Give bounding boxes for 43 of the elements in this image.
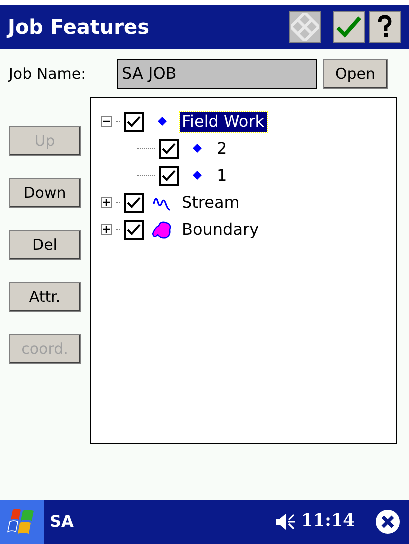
clock[interactable]: 11:14: [301, 509, 355, 535]
plus-icon: [103, 199, 110, 206]
check-icon: [127, 196, 141, 208]
check-icon: [127, 224, 141, 236]
side-button[interactable]: Attr.: [9, 282, 81, 312]
side-button[interactable]: Down: [9, 178, 81, 208]
diamond-grid-icon: [291, 13, 319, 41]
flag-icon: [7, 508, 37, 536]
plus-icon: [103, 226, 110, 233]
minus-icon: [103, 118, 110, 125]
tree-item-label[interactable]: 1: [215, 166, 230, 186]
speaker-icon[interactable]: [275, 512, 298, 532]
expand-toggle[interactable]: [101, 197, 112, 208]
start-button[interactable]: [0, 500, 44, 544]
grid-button[interactable]: [289, 11, 321, 43]
checkbox[interactable]: [124, 192, 144, 212]
tree-item-label[interactable]: 2: [215, 138, 230, 158]
side-button[interactable]: Del: [9, 230, 81, 260]
job-name-label: Job Name:: [9, 64, 88, 85]
job-name-field[interactable]: SA JOB: [117, 59, 317, 89]
checkbox[interactable]: [124, 112, 144, 132]
tree-item-label[interactable]: Stream: [180, 192, 242, 212]
check-icon: [162, 170, 176, 182]
help-icon: [377, 15, 393, 39]
window-title: Job Features: [8, 14, 151, 41]
open-button[interactable]: Open: [323, 59, 388, 89]
checkbox[interactable]: [124, 220, 144, 240]
collapse-toggle[interactable]: [101, 116, 112, 127]
point-icon: [192, 144, 202, 153]
expand-toggle[interactable]: [101, 224, 112, 235]
checkbox[interactable]: [159, 166, 179, 186]
checkbox[interactable]: [159, 138, 179, 158]
area-icon: [151, 220, 173, 240]
tree-item-label[interactable]: Boundary: [180, 220, 262, 240]
check-icon: [162, 142, 176, 154]
tree-item-label[interactable]: Field Work: [180, 112, 267, 132]
point-icon: [192, 171, 202, 180]
point-icon: [158, 117, 166, 126]
check-icon: [127, 116, 141, 128]
app-name: SA: [50, 511, 75, 533]
help-button[interactable]: [369, 11, 401, 43]
check-icon: [336, 15, 362, 39]
close-icon[interactable]: [375, 509, 401, 535]
